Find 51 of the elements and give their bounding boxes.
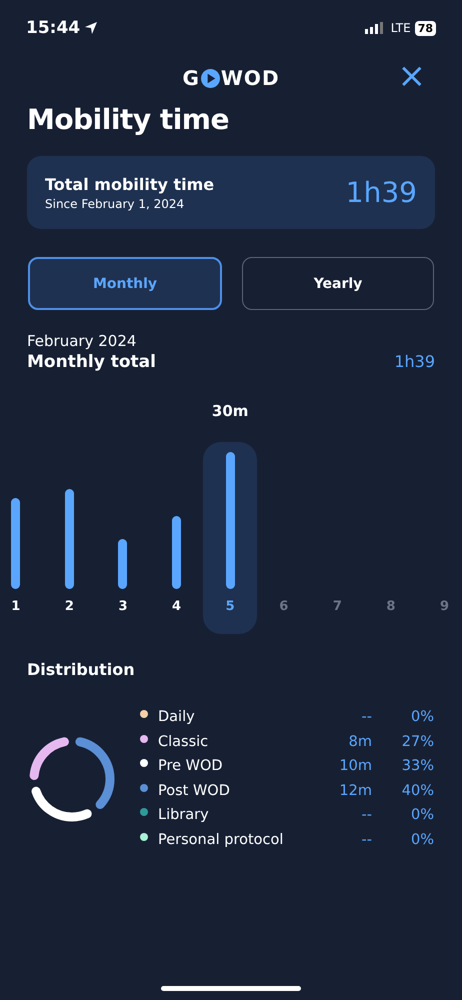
summary-since: Since February 1, 2024	[45, 196, 186, 210]
legend-name: Daily	[158, 709, 196, 726]
legend-time: --	[360, 709, 372, 726]
battery-level: 78	[414, 20, 436, 36]
month-label: February 2024	[27, 332, 138, 350]
location-arrow-icon	[84, 21, 98, 35]
legend-name: Personal protocol	[158, 832, 284, 848]
bar[interactable]	[172, 516, 182, 589]
status-time: 15:44	[26, 18, 80, 38]
legend-percent: 40%	[400, 782, 434, 799]
logo-text: WOD	[220, 66, 280, 90]
day-label: 4	[172, 599, 182, 614]
legend-name: Pre WOD	[158, 758, 224, 774]
legend-percent: 27%	[400, 734, 434, 750]
selected-value: 30m	[212, 402, 248, 420]
legend-percent: 33%	[400, 758, 434, 774]
total-value: 1h39	[394, 352, 435, 371]
period-tab[interactable]: Monthly	[28, 257, 222, 310]
legend-time: 10m	[338, 758, 372, 774]
bar[interactable]	[11, 498, 20, 589]
legend-name: Post WOD	[158, 782, 231, 799]
day-label: 9	[440, 599, 450, 614]
day-label: 2	[64, 599, 74, 614]
legend-name: Classic	[158, 734, 210, 750]
day-label: 8	[386, 599, 396, 614]
day-label: 3	[118, 599, 128, 614]
network-label: LTE	[390, 21, 411, 35]
legend-time: --	[360, 807, 372, 824]
section-title: Distribution	[27, 660, 136, 679]
legend-percent: 0%	[410, 807, 434, 824]
signal-icon	[364, 22, 383, 34]
logo-text: G	[182, 66, 200, 90]
bar[interactable]	[64, 489, 74, 589]
legend-time: 8m	[348, 734, 372, 750]
day-label: 7	[332, 599, 342, 614]
legend-name: Library	[158, 807, 210, 824]
total-label: Monthly total	[27, 352, 157, 372]
period-tab[interactable]: Yearly	[242, 257, 434, 310]
summary-label: Total mobility time	[45, 174, 216, 194]
close-button[interactable]: ×	[398, 59, 426, 93]
bar[interactable]	[118, 539, 128, 589]
legend-percent: 0%	[410, 832, 434, 848]
legend-time: --	[360, 832, 372, 848]
legend-percent: 0%	[410, 709, 434, 726]
page-title: Mobility time	[27, 103, 230, 136]
day-label: 5	[226, 599, 235, 614]
play-icon	[200, 68, 220, 88]
day-label: 6	[279, 599, 288, 614]
day-label: 1	[11, 599, 20, 614]
legend-time: 12m	[338, 782, 372, 799]
summary-value: 1h39	[346, 176, 417, 209]
